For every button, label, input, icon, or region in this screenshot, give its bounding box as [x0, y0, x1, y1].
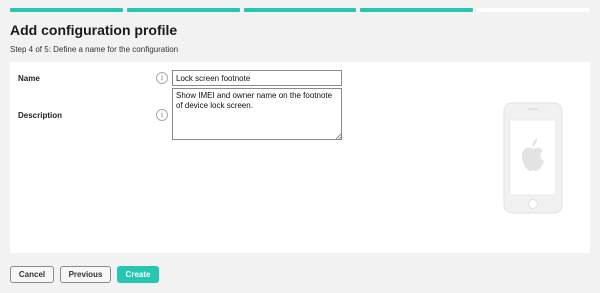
page-title: Add configuration profile — [10, 22, 178, 38]
name-label: Name — [18, 74, 40, 83]
progress-step-3 — [243, 8, 357, 12]
step-indicator: Step 4 of 5: Define a name for the confi… — [10, 45, 179, 54]
previous-button[interactable]: Previous — [60, 266, 111, 283]
form-panel: Name i Description i Show IMEI and owner… — [10, 62, 590, 253]
progress-step-5 — [477, 8, 590, 12]
progress-step-2 — [126, 8, 240, 12]
create-button[interactable]: Create — [117, 266, 159, 283]
cancel-button[interactable]: Cancel — [10, 266, 54, 283]
progress-step-1 — [10, 8, 123, 12]
progress-step-4 — [360, 8, 474, 12]
wizard-progress-bar — [10, 8, 590, 12]
resize-grip-icon[interactable] — [336, 133, 342, 139]
name-input[interactable] — [172, 70, 342, 86]
description-label: Description — [18, 111, 63, 120]
description-textarea[interactable]: Show IMEI and owner name on the footnote… — [172, 88, 342, 140]
iphone-apple-icon — [503, 102, 563, 214]
name-info-icon[interactable]: i — [156, 72, 168, 84]
description-info-icon[interactable]: i — [156, 109, 168, 121]
